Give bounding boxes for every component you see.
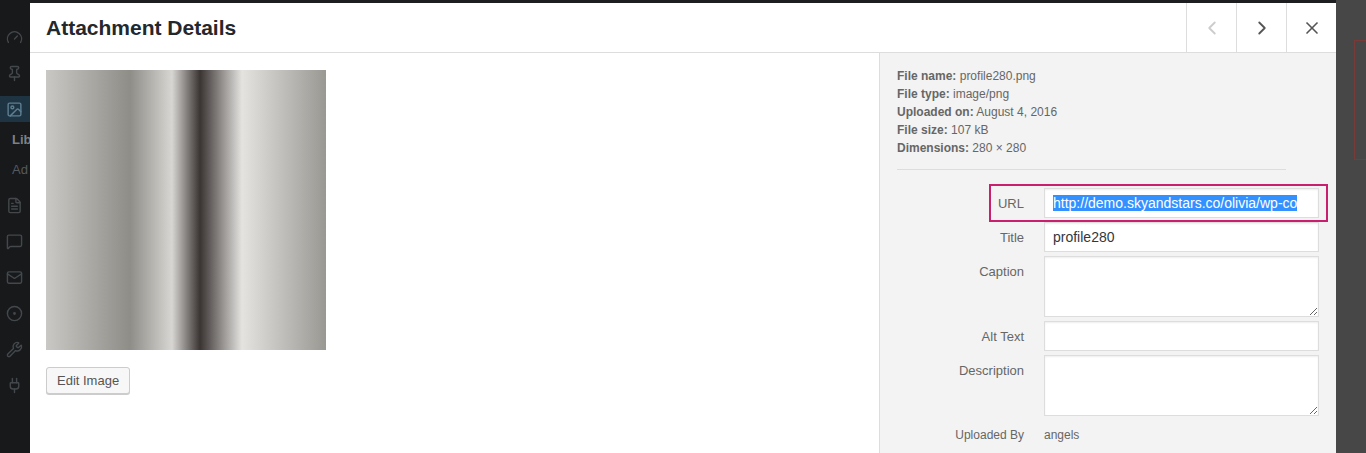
field-label: Title [897,222,1024,245]
menu-icon [6,197,23,214]
close-icon [1302,18,1322,38]
field-textarea[interactable] [1044,355,1319,416]
menu-icon [6,233,23,250]
chevron-right-icon [1251,17,1273,39]
image-preview [46,70,326,350]
uploaded-by: Uploaded By angels [897,428,1318,442]
media-pane: Edit Image [30,53,879,453]
admin-menu-item [0,372,30,398]
field-label: Description [897,355,1024,378]
notice-box [1354,40,1366,160]
field-row: Description [897,355,1318,416]
divider [897,169,1286,170]
field-textarea[interactable] [1044,256,1319,317]
chevron-left-icon [1201,17,1223,39]
admin-menu-item [0,336,30,362]
menu-icon [6,269,23,286]
attachment-modal: Attachment Details Edit Image File name: p… [30,3,1336,453]
modal-title: Attachment Details [30,16,1186,40]
field-row: Alt Text [897,321,1318,351]
file-detail: File size: 107 kB [897,121,1318,139]
uploaded-by-label: Uploaded By [897,428,1024,442]
dimmed-background [1336,0,1366,453]
field-row: Title profile280 [897,222,1318,252]
menu-icon [6,29,23,46]
field-label: Caption [897,256,1024,279]
file-detail: File name: profile280.png [897,67,1318,85]
field-input[interactable] [1044,321,1319,351]
next-button[interactable] [1236,3,1286,53]
admin-submenu-item: Lib [0,132,30,152]
previous-button[interactable] [1186,3,1236,53]
admin-menu-item [0,192,30,218]
menu-icon [6,101,23,118]
field-row: Caption [897,256,1318,317]
modal-body: Edit ImageFile name: profile280.pngFile … [30,53,1336,453]
admin-sidebar: Lib Ad [0,0,30,453]
admin-menu-item [0,24,30,50]
page: Lib Ad Attachment Details Edit Image File na… [0,0,1366,453]
menu-icon [6,65,23,82]
admin-menu-item [0,60,30,86]
edit-image-button[interactable]: Edit Image [46,367,130,394]
file-detail: File type: image/png [897,85,1318,103]
field-row: URL http://demo.skyandstars.co/olivia/wp-… [897,188,1318,218]
modal-header: Attachment Details [30,3,1336,53]
field-label: Alt Text [897,321,1024,344]
attachment-fields: URL http://demo.skyandstars.co/olivia/wp-… [897,188,1318,416]
admin-menu-item [0,228,30,254]
file-detail: Uploaded on: August 4, 2016 [897,103,1318,121]
menu-icon [6,377,23,394]
menu-icon [6,341,23,358]
field-label: URL [897,188,1024,211]
admin-menu-item [0,96,30,122]
close-button[interactable] [1286,3,1336,53]
admin-submenu-item: Ad [0,162,30,182]
admin-menu-item [0,264,30,290]
menu-icon [6,305,23,322]
attachment-sidebar: File name: profile280.pngFile type: imag… [879,53,1336,453]
field-input[interactable]: profile280 [1044,222,1319,252]
admin-menu-item [0,300,30,326]
field-input[interactable]: http://demo.skyandstars.co/olivia/wp-co [1044,188,1319,218]
uploaded-by-value: angels [1044,428,1079,442]
file-detail: Dimensions: 280 × 280 [897,139,1318,157]
